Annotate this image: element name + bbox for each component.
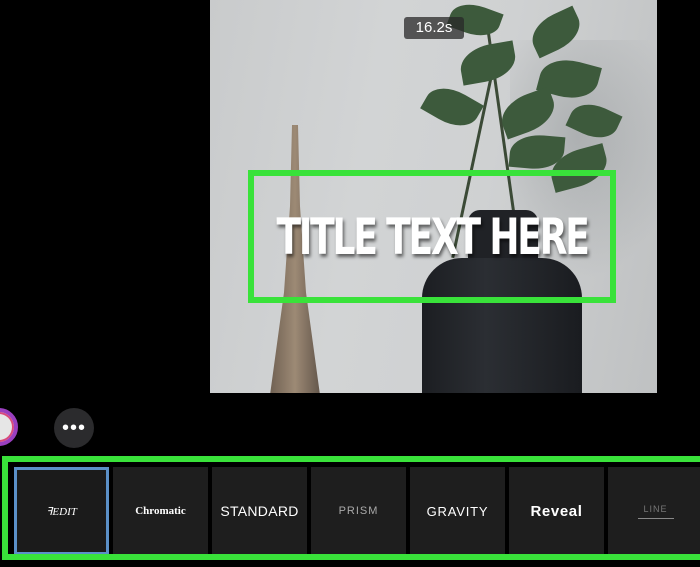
title-overlay-box[interactable]: TITLE TEXT HERE — [248, 170, 616, 303]
style-tile-label: ꟻEDIT — [46, 505, 77, 518]
style-tile-reveal[interactable]: Reveal — [509, 467, 604, 554]
line-divider — [637, 517, 674, 519]
style-tile-label: GRAVITY — [426, 503, 489, 519]
style-tile-label: Chromatic — [135, 505, 186, 517]
style-tile-label: Reveal — [530, 502, 583, 520]
plant-leaf — [420, 78, 484, 136]
more-options-button[interactable]: ••• — [54, 408, 94, 448]
style-tile-edit[interactable]: ꟻEDIT — [14, 467, 109, 554]
style-tile-gravity[interactable]: GRAVITY — [410, 467, 505, 554]
color-picker-button[interactable] — [0, 408, 18, 446]
style-tile-label: PRISM — [338, 505, 379, 517]
style-tile-prism[interactable]: PRISM — [311, 467, 406, 554]
style-tile-line[interactable]: LINE — [608, 467, 700, 554]
title-style-strip[interactable]: ꟻEDIT Chromatic STANDARD PRISM GRAVITY R… — [2, 456, 700, 560]
style-tile-standard[interactable]: STANDARD — [212, 467, 307, 554]
title-overlay-text[interactable]: TITLE TEXT HERE — [276, 208, 589, 266]
style-tile-label: STANDARD — [220, 503, 299, 519]
style-tile-chromatic[interactable]: Chromatic — [113, 467, 208, 554]
duration-badge: 16.2s — [404, 17, 464, 39]
video-preview[interactable]: 16.2s TITLE TEXT HERE — [210, 0, 657, 393]
style-tile-label: LINE — [643, 503, 668, 514]
